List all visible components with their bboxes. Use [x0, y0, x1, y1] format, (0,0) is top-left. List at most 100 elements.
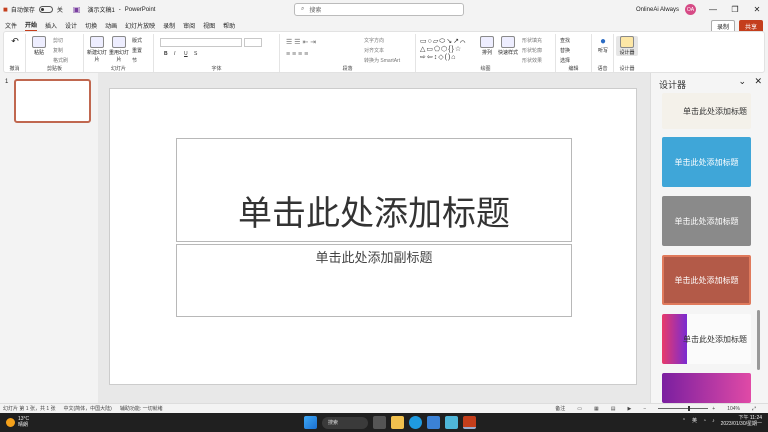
tab-home[interactable]: 开始: [25, 19, 38, 32]
shape-outline-button[interactable]: 形状轮廓: [522, 47, 542, 54]
tab-slideshow[interactable]: 幻灯片放映: [125, 20, 155, 31]
align-text-button[interactable]: 对齐文本: [364, 47, 384, 54]
title-placeholder[interactable]: 单击此处添加标题: [176, 138, 572, 242]
tab-record[interactable]: 录制: [163, 20, 175, 31]
shape-fill-button[interactable]: 形状填充: [522, 37, 542, 44]
smartart-button[interactable]: 转换为 SmartArt: [364, 57, 400, 64]
task-view-icon[interactable]: [373, 416, 386, 429]
reset-button[interactable]: 重置: [132, 47, 142, 54]
strikethrough-button[interactable]: S: [194, 51, 197, 57]
zoom-in-icon[interactable]: +: [712, 406, 715, 412]
zoom-out-icon[interactable]: −: [643, 406, 646, 412]
bullets-icon[interactable]: ☰ ☰ ⇤ ⇥: [286, 38, 316, 46]
shapes-gallery[interactable]: ▭○▱⬭↘↗⌒ △▭⬠⬡{}☆ ⇨⇦↕◇()⌂: [420, 38, 472, 62]
tab-transitions[interactable]: 切换: [85, 20, 97, 31]
paragraph-group-label: 段落: [342, 66, 353, 72]
title-bar: ■ 自动保存 关 ▣ 演示文稿1 - PowerPoint ⌕ 搜索 Onlin…: [0, 0, 768, 19]
design-option-3[interactable]: 单击此处添加标题: [662, 196, 751, 246]
powerpoint-taskbar-icon[interactable]: [463, 416, 476, 429]
new-slide-button[interactable]: 新建幻灯片: [86, 36, 108, 63]
align-icons[interactable]: ≡ ≡ ≡ ≡: [286, 51, 308, 58]
ime-indicator[interactable]: 英: [692, 418, 697, 424]
close-icon[interactable]: ✕: [746, 5, 768, 14]
zoom-level[interactable]: 104%: [727, 406, 740, 412]
design-option-2-text: 单击此处添加标题: [674, 157, 739, 167]
bold-button[interactable]: B: [164, 51, 168, 57]
zoom-slider[interactable]: [658, 406, 709, 411]
format-painter-button[interactable]: 格式刷: [53, 57, 68, 64]
select-button[interactable]: 选择: [560, 57, 570, 64]
paste-button[interactable]: 粘贴: [28, 36, 50, 56]
file-explorer-icon[interactable]: [391, 416, 404, 429]
start-icon[interactable]: [304, 416, 317, 429]
sorter-view-icon[interactable]: ▦: [594, 406, 599, 412]
quick-styles-button[interactable]: 快速样式: [496, 36, 520, 56]
designer-button[interactable]: 设计器: [616, 36, 638, 56]
design-option-4[interactable]: 单击此处添加标题: [662, 255, 751, 305]
arrange-button[interactable]: 排列: [476, 36, 498, 56]
layout-button[interactable]: 版式: [132, 37, 142, 44]
design-option-4-text: 单击此处添加标题: [674, 275, 739, 285]
cut-button[interactable]: 剪切: [53, 37, 63, 44]
language-indicator[interactable]: 中文(简体，中国大陆): [64, 405, 112, 412]
tab-design[interactable]: 设计: [65, 20, 77, 31]
maximize-icon[interactable]: ❐: [724, 5, 746, 14]
autosave-state: 关: [56, 8, 63, 14]
app-icon[interactable]: [445, 416, 458, 429]
tab-file[interactable]: 文件: [5, 20, 17, 31]
edge-icon[interactable]: [409, 416, 422, 429]
design-option-1[interactable]: 单击此处添加标题: [662, 93, 751, 129]
taskbar-search[interactable]: 搜索: [322, 416, 368, 429]
notes-button[interactable]: 备注: [555, 405, 565, 412]
fit-slide-icon[interactable]: ⤢: [752, 406, 756, 412]
tab-insert[interactable]: 插入: [45, 20, 57, 31]
subtitle-placeholder[interactable]: 单击此处添加副标题: [176, 244, 572, 317]
clipboard-group: 粘贴 剪切 复制 格式刷 剪贴板: [26, 34, 84, 72]
weather-widget[interactable]: 13°C 晴朗: [6, 416, 29, 428]
design-option-2[interactable]: 单击此处添加标题: [662, 137, 751, 187]
section-button[interactable]: 节: [132, 57, 137, 64]
autosave-toggle[interactable]: [38, 6, 53, 13]
search-box[interactable]: ⌕ 搜索: [294, 3, 464, 16]
save-icon[interactable]: ▣: [73, 5, 81, 14]
italic-button[interactable]: I: [174, 51, 175, 57]
copy-button[interactable]: 复制: [53, 47, 63, 54]
search-placeholder: 搜索: [309, 8, 322, 14]
font-size-dropdown[interactable]: [244, 38, 262, 47]
tab-view[interactable]: 视图: [203, 20, 215, 31]
tab-review[interactable]: 审阅: [183, 20, 195, 31]
network-icon[interactable]: ◔: [703, 418, 706, 424]
chevron-down-icon[interactable]: ⌄: [738, 76, 746, 87]
accessibility-status[interactable]: 辅助功能: 一切就绪: [120, 405, 163, 412]
reuse-slides-button[interactable]: 重用幻灯片: [108, 36, 130, 63]
reading-view-icon[interactable]: ▤: [611, 406, 616, 412]
dictate-button[interactable]: ● 听写: [592, 36, 614, 54]
paragraph-group: ☰ ☰ ⇤ ⇥ ≡ ≡ ≡ ≡ 文字方向 对齐文本 转换为 SmartArt 段…: [280, 34, 416, 72]
shape-effects-button[interactable]: 形状效果: [522, 57, 542, 64]
design-option-5[interactable]: 单击此处添加标题: [662, 314, 751, 364]
underline-button[interactable]: U: [184, 51, 188, 57]
replace-button[interactable]: 替换: [560, 47, 570, 54]
autosave-label: 自动保存: [10, 8, 35, 14]
user-name[interactable]: OnlineAi Always: [636, 7, 679, 13]
slideshow-view-icon[interactable]: ▶: [627, 406, 631, 412]
slide[interactable]: 单击此处添加标题 单击此处添加副标题: [109, 88, 637, 385]
minimize-icon[interactable]: —: [702, 5, 724, 14]
designer-group-label: 设计器: [619, 66, 635, 72]
font-name-dropdown[interactable]: [160, 38, 242, 47]
undo-button[interactable]: ↶: [4, 36, 26, 47]
chevron-up-icon[interactable]: ⌃: [682, 418, 686, 424]
scrollbar-thumb[interactable]: [757, 310, 760, 370]
slide-thumbnail[interactable]: [14, 79, 91, 123]
normal-view-icon[interactable]: ▭: [577, 406, 582, 412]
design-option-6[interactable]: [662, 373, 751, 403]
find-button[interactable]: 查找: [560, 37, 570, 44]
text-direction-button[interactable]: 文字方向: [364, 37, 384, 44]
store-icon[interactable]: [427, 416, 440, 429]
tab-animations[interactable]: 动画: [105, 20, 117, 31]
designer-scrollbar[interactable]: [757, 85, 761, 401]
clock-date[interactable]: 2023/01/30/星期一: [721, 421, 762, 427]
avatar[interactable]: OA: [685, 4, 696, 15]
tab-help[interactable]: 帮助: [223, 20, 235, 31]
volume-icon[interactable]: ♪: [712, 418, 715, 424]
